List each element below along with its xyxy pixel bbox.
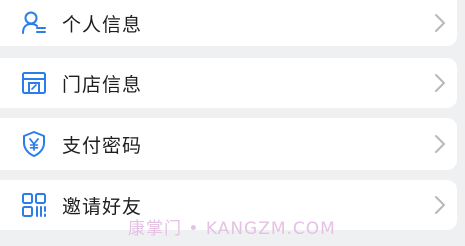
menu-item-payment-password[interactable]: 支付密码: [0, 118, 457, 170]
watermark: 康掌门 • KANGZM.COM: [128, 219, 336, 239]
menu-item-store-info[interactable]: 门店信息: [0, 58, 457, 108]
store-icon: [20, 69, 48, 97]
chevron-right-icon: [433, 73, 447, 93]
menu-item-label: 门店信息: [62, 73, 143, 96]
profile-menu-page: 个人信息 门店信息 支付密码 邀请好友 康掌门 • KANGZM.COM: [0, 0, 465, 246]
menu-item-personal-info[interactable]: 个人信息: [0, 0, 457, 46]
chevron-right-icon: [433, 13, 447, 33]
chevron-right-icon: [433, 134, 447, 154]
qr-code-icon: [20, 191, 48, 219]
chevron-right-icon: [433, 195, 447, 215]
menu-item-label: 支付密码: [62, 134, 143, 157]
user-info-icon: [20, 9, 48, 37]
shield-yen-icon: [20, 130, 48, 158]
menu-item-label: 个人信息: [62, 13, 143, 36]
